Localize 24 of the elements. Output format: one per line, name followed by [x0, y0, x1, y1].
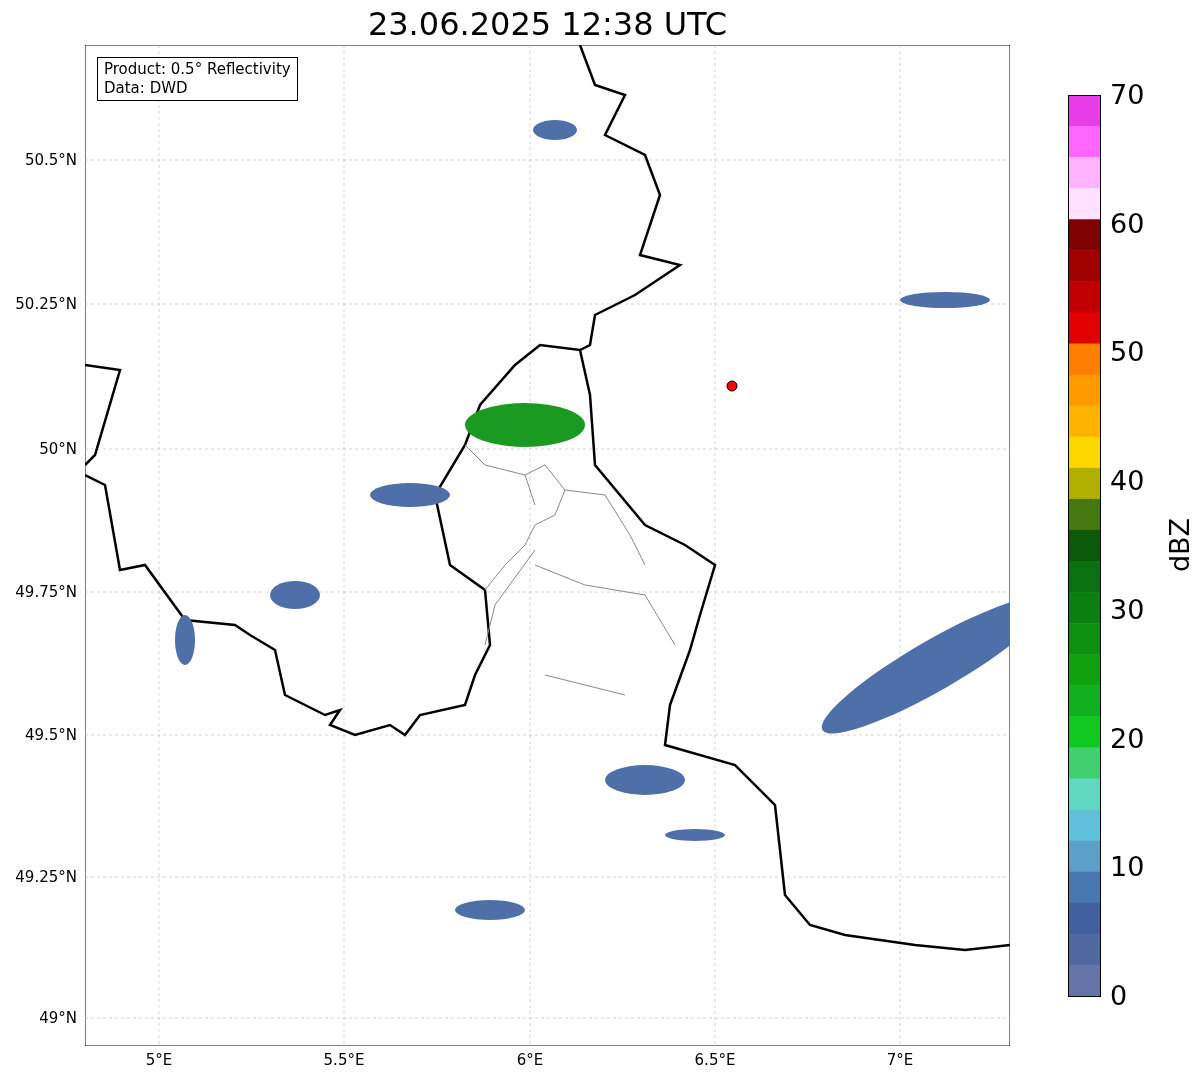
- axis-tick-label: 5°E: [144, 1051, 174, 1069]
- axis-tick-label: 7°E: [885, 1051, 915, 1069]
- colorbar-tick-label: 20: [1110, 723, 1145, 754]
- axis-tick-label: 6.5°E: [693, 1051, 737, 1069]
- colorbar-tick-label: 40: [1110, 466, 1145, 497]
- legend-text: Product: 0.5° Reflectivity: [104, 60, 291, 79]
- colorbar-tick-label: 30: [1110, 594, 1145, 625]
- chart-title: 23.06.2025 12:38 UTC: [366, 4, 729, 44]
- axis-tick-label: 49.5°N: [24, 726, 77, 744]
- colorbar-tick-label: 60: [1110, 208, 1145, 239]
- axis-tick-label: 49°N: [39, 1009, 77, 1027]
- colorbar-tick-label: 70: [1110, 80, 1145, 110]
- axis-tick-label: 49.25°N: [15, 868, 77, 886]
- colorbar-tick-label: 50: [1110, 337, 1145, 368]
- axis-tick-label: 50.25°N: [15, 295, 77, 313]
- colorbar-tick-label: 0: [1110, 981, 1128, 1011]
- axis-tick-label: 6°E: [515, 1051, 545, 1069]
- colorbar-label: dBZ: [1165, 516, 1195, 575]
- colorbar-tick-label: 10: [1110, 852, 1145, 883]
- legend-text: Data: DWD: [104, 79, 189, 98]
- axis-tick-label: 49.75°N: [15, 583, 77, 601]
- axis-tick-label: 50.5°N: [24, 151, 77, 169]
- axis-tick-label: 50°N: [39, 440, 77, 458]
- axis-tick-label: 5.5°E: [322, 1051, 366, 1069]
